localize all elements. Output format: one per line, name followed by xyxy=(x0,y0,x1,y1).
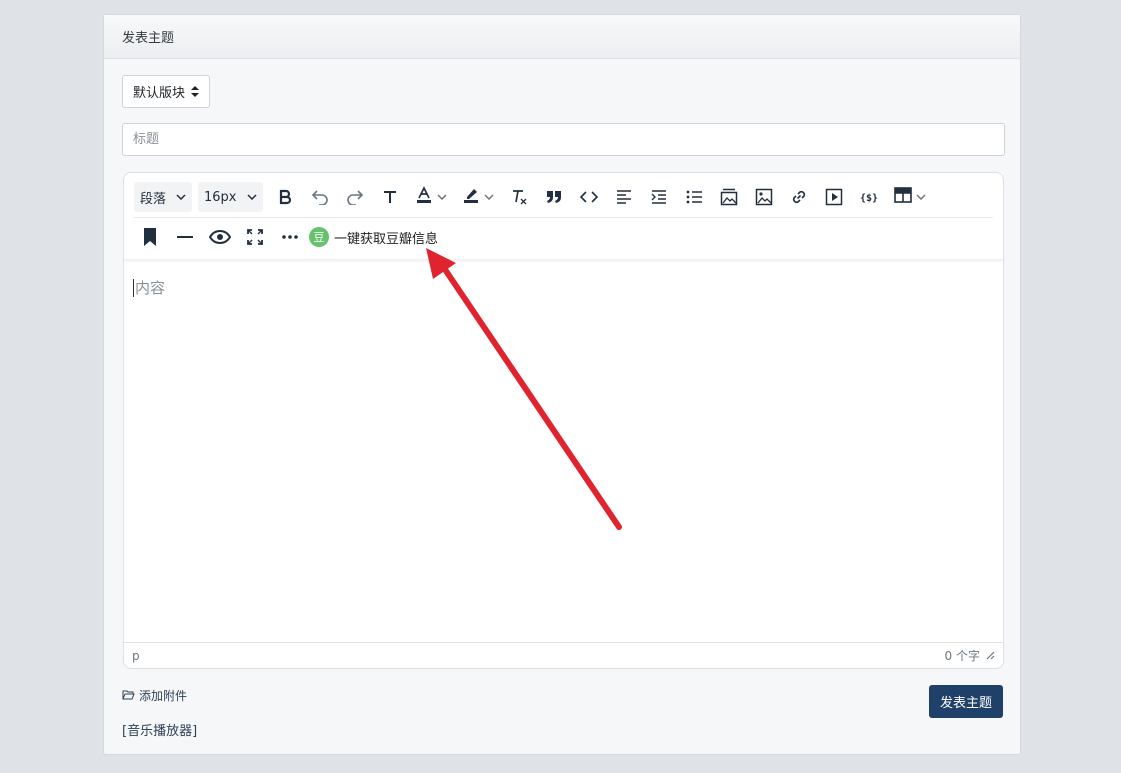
folder-open-icon xyxy=(122,689,135,703)
card-title: 发表主题 xyxy=(122,31,175,46)
eye-icon[interactable] xyxy=(204,222,236,252)
horizontal-rule-icon[interactable] xyxy=(169,222,201,252)
resize-handle-icon[interactable] xyxy=(986,649,995,663)
link-icon[interactable] xyxy=(783,182,815,212)
table-button[interactable] xyxy=(888,182,932,212)
add-attachment-label: 添加附件 xyxy=(139,689,188,703)
chevron-down-icon xyxy=(483,194,494,200)
bold-icon[interactable] xyxy=(269,182,301,212)
chevron-down-icon xyxy=(176,194,186,200)
title-input[interactable] xyxy=(122,123,1005,156)
font-size-select[interactable]: 16px xyxy=(198,182,263,212)
editor-toolbar: 段落 16px {$} 豆 一键获取豆瓣信息 xyxy=(124,173,1003,259)
gallery-icon[interactable] xyxy=(713,182,745,212)
more-icon[interactable] xyxy=(274,222,306,252)
font-color-icon xyxy=(415,186,433,208)
content-placeholder: 内容 xyxy=(133,279,166,297)
submit-post-button[interactable]: 发表主题 xyxy=(928,685,1003,718)
highlight-icon xyxy=(462,186,480,208)
music-player-link[interactable]: [音乐播放器] xyxy=(122,720,197,739)
chevron-down-icon xyxy=(246,194,257,200)
douban-fetch-label: 一键获取豆瓣信息 xyxy=(334,231,439,247)
align-left-icon[interactable] xyxy=(608,182,640,212)
card-header: 发表主题 xyxy=(104,15,1020,59)
select-caret-icon xyxy=(191,86,200,97)
toolbar-row-2: 豆 一键获取豆瓣信息 xyxy=(134,217,993,257)
indent-icon[interactable] xyxy=(643,182,675,212)
quote-icon[interactable] xyxy=(538,182,570,212)
content-body[interactable]: 内容 xyxy=(124,259,1003,644)
chevron-down-icon xyxy=(915,194,926,200)
block-format-value: 段落 xyxy=(140,191,167,207)
undo-icon[interactable] xyxy=(304,182,336,212)
toolbar-row-1: 段落 16px {$} xyxy=(134,177,993,218)
highlight-button[interactable] xyxy=(456,182,500,212)
chevron-down-icon xyxy=(436,194,447,200)
editor-statusbar: p 0 个字 xyxy=(124,642,1003,668)
image-icon[interactable] xyxy=(748,182,780,212)
redo-icon[interactable] xyxy=(339,182,371,212)
forum-select[interactable]: 默认版块 xyxy=(122,75,211,108)
element-path[interactable]: p xyxy=(132,649,140,663)
code-sample-icon[interactable]: {$} xyxy=(853,182,885,212)
font-color-button[interactable] xyxy=(409,182,453,212)
table-icon xyxy=(893,187,912,207)
text-format-icon[interactable] xyxy=(374,182,406,212)
bookmark-icon[interactable] xyxy=(134,222,166,252)
word-count[interactable]: 0 个字 xyxy=(945,647,980,664)
rich-text-editor: 段落 16px {$} 豆 一键获取豆瓣信息 内容 p 0 个字 xyxy=(123,172,1004,669)
fullscreen-icon[interactable] xyxy=(239,222,271,252)
bullet-list-icon[interactable] xyxy=(678,182,710,212)
douban-icon: 豆 xyxy=(309,227,329,247)
forum-select-value: 默认版块 xyxy=(133,86,186,101)
clear-format-icon[interactable] xyxy=(503,182,535,212)
block-format-select[interactable]: 段落 xyxy=(134,182,193,212)
add-attachment-link[interactable]: 添加附件 xyxy=(122,687,187,704)
svg-text:{$}: {$} xyxy=(859,193,877,204)
font-size-value: 16px xyxy=(204,189,237,205)
code-icon[interactable] xyxy=(573,182,605,212)
douban-fetch-button[interactable]: 豆 一键获取豆瓣信息 xyxy=(309,222,438,252)
media-icon[interactable] xyxy=(818,182,850,212)
post-card: 发表主题 默认版块 段落 16px xyxy=(103,14,1021,755)
